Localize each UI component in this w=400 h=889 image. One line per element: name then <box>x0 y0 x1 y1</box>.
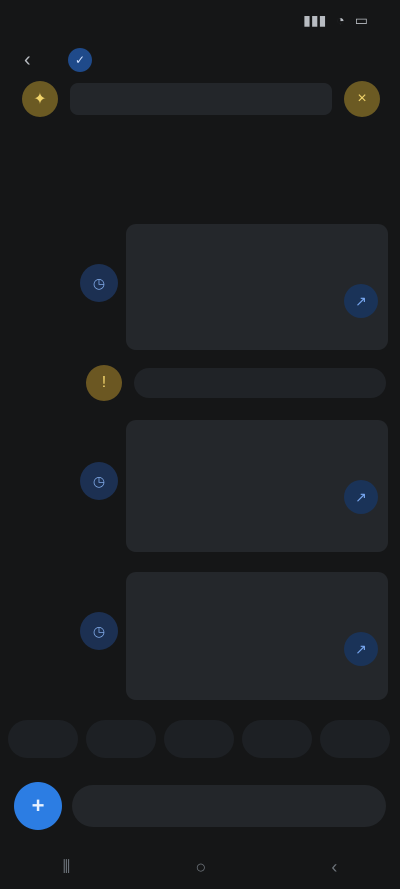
pinned-message-bar[interactable]: ✦ × <box>22 78 380 120</box>
system-nav-bar: ⫴ ○ ‹ <box>0 846 400 889</box>
message-avatar: ◷ <box>80 612 118 650</box>
verified-icon: ✓ <box>68 48 92 72</box>
forward-icon[interactable]: ↗ <box>344 632 378 666</box>
quick-action-button[interactable] <box>164 720 234 758</box>
signal-icon: ▮▮▮ <box>303 11 327 28</box>
composer: + <box>14 782 386 830</box>
message-card[interactable]: ↗ <box>126 572 388 700</box>
quick-action-button[interactable] <box>242 720 312 758</box>
status-indicators: ▮▮▮ ◔ ▭ <box>303 12 378 29</box>
close-icon[interactable]: × <box>344 81 380 117</box>
quick-action-button[interactable] <box>8 720 78 758</box>
message-card[interactable]: ↗ <box>126 420 388 552</box>
quick-action-button[interactable] <box>320 720 390 758</box>
message-avatar: ◷ <box>80 264 118 302</box>
recent-apps-icon[interactable]: ⫴ <box>63 857 71 878</box>
system-message-text <box>134 368 386 398</box>
message-input[interactable] <box>72 785 386 827</box>
chat-header: ‹ ✓ <box>0 40 400 80</box>
back-icon[interactable]: ‹ <box>331 857 337 878</box>
forward-icon[interactable]: ↗ <box>344 480 378 514</box>
back-arrow-icon[interactable]: ‹ <box>24 48 48 72</box>
info-icon: ! <box>86 365 122 401</box>
home-icon[interactable]: ○ <box>195 857 206 878</box>
message-avatar: ◷ <box>80 462 118 500</box>
pin-icon: ✦ <box>22 81 58 117</box>
wifi-icon: ◔ <box>336 12 345 28</box>
status-bar: ▮▮▮ ◔ ▭ <box>0 0 400 40</box>
add-attachment-button[interactable]: + <box>14 782 62 830</box>
battery-icon: ▭ <box>354 11 368 28</box>
system-message: ! <box>86 364 386 402</box>
pinned-message-text[interactable] <box>70 83 332 115</box>
forward-icon[interactable]: ↗ <box>344 284 378 318</box>
quick-action-button[interactable] <box>86 720 156 758</box>
quick-actions-bar <box>8 720 392 760</box>
message-card[interactable]: ↗ <box>126 224 388 350</box>
